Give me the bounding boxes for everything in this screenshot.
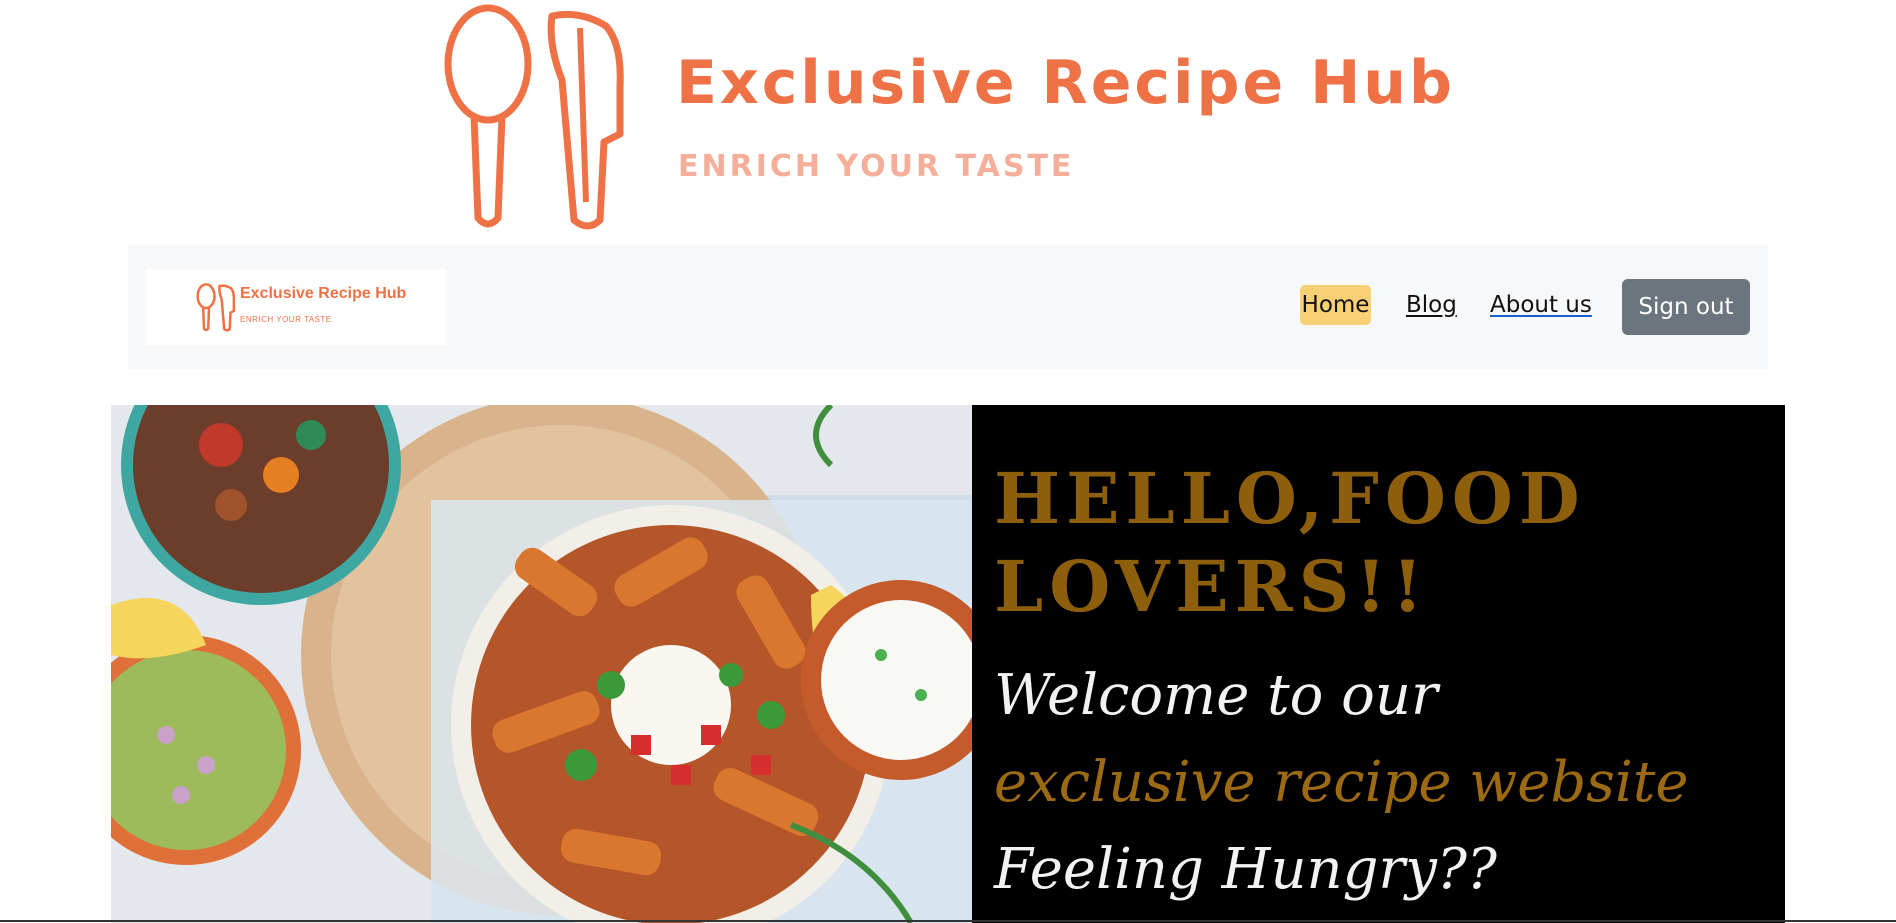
nav-link-blog[interactable]: Blog — [1406, 285, 1457, 325]
hero-heading: HELLO,FOOD LOVERS!! — [994, 457, 1586, 628]
hero-hungry-text: Feeling Hungry?? — [994, 837, 1497, 902]
navbar-logo-tagline: ENRICH YOUR TASTE — [240, 315, 332, 324]
banner-logo: Exclusive Recipe Hub ENRICH YOUR TASTE — [440, 4, 1460, 240]
navbar-logo[interactable]: Exclusive Recipe Hub ENRICH YOUR TASTE — [146, 269, 446, 345]
banner-title: Exclusive Recipe Hub — [676, 48, 1455, 118]
spoon-knife-icon — [444, 4, 624, 230]
hero-text-panel: HELLO,FOOD LOVERS!! Welcome to our exclu… — [972, 405, 1785, 923]
banner-tagline: ENRICH YOUR TASTE — [678, 149, 1075, 184]
spoon-knife-icon — [196, 283, 236, 332]
hero-section: HELLO,FOOD LOVERS!! Welcome to our exclu… — [111, 405, 1785, 923]
hero-welcome-text: Welcome to our — [994, 663, 1438, 728]
food-bowls-photo — [111, 405, 972, 923]
navbar-logo-title: Exclusive Recipe Hub — [240, 285, 407, 302]
nav-link-home[interactable]: Home — [1300, 285, 1371, 325]
sign-out-button[interactable]: Sign out — [1622, 279, 1750, 335]
page-bottom-divider — [0, 920, 1896, 922]
navbar: Exclusive Recipe Hub ENRICH YOUR TASTE H… — [128, 245, 1768, 369]
hero-site-text: exclusive recipe website — [994, 750, 1689, 815]
nav-link-about-us[interactable]: About us — [1490, 285, 1592, 325]
hero-food-image — [111, 405, 972, 923]
